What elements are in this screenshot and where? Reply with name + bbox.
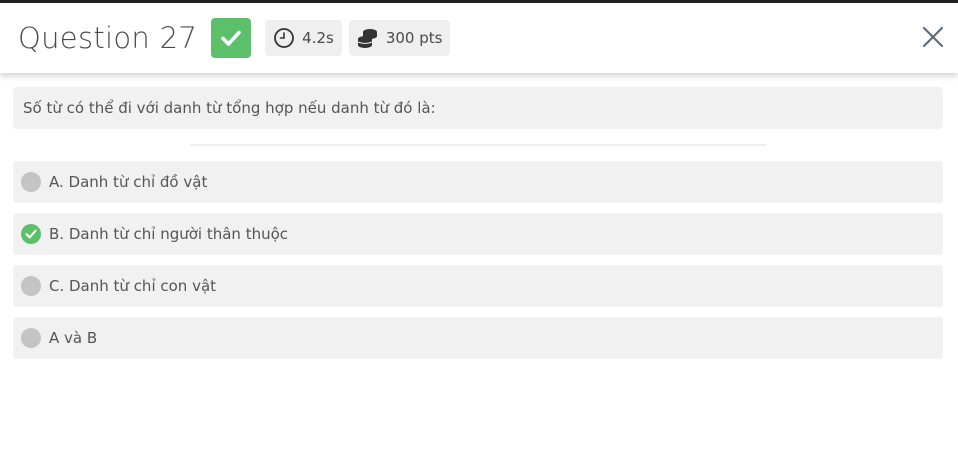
points-pill: 300 pts xyxy=(348,20,451,56)
option-a[interactable]: A. Danh từ chỉ đồ vật xyxy=(13,161,943,203)
time-label: 4.2s xyxy=(302,29,334,47)
option-b[interactable]: B. Danh từ chỉ người thân thuộc xyxy=(13,213,943,255)
question-header: Question 27 4.2s 300 pts xyxy=(0,3,958,73)
clock-icon xyxy=(273,27,295,49)
unselected-dot-icon xyxy=(21,276,41,296)
question-text-box: Số từ có thể đi với danh từ tổng hợp nếu… xyxy=(13,87,943,129)
question-title: Question 27 xyxy=(18,21,198,55)
correct-check-icon xyxy=(21,224,41,244)
coins-icon xyxy=(357,27,379,49)
close-icon xyxy=(922,26,944,48)
option-label: A. Danh từ chỉ đồ vật xyxy=(49,173,208,191)
correct-badge xyxy=(211,18,252,58)
time-pill: 4.2s xyxy=(265,20,342,56)
answer-options: A. Danh từ chỉ đồ vật B. Danh từ chỉ ngư… xyxy=(13,161,943,369)
option-d[interactable]: A và B xyxy=(13,317,943,359)
points-label: 300 pts xyxy=(385,29,443,47)
option-label: A và B xyxy=(49,329,98,347)
unselected-dot-icon xyxy=(21,328,41,348)
option-c[interactable]: C. Danh từ chỉ con vật xyxy=(13,265,943,307)
question-review-modal: Question 27 4.2s 300 pts Số từ có thể đi… xyxy=(0,0,958,461)
divider xyxy=(190,144,766,146)
unselected-dot-icon xyxy=(21,172,41,192)
close-button[interactable] xyxy=(920,24,946,50)
check-icon xyxy=(221,30,241,46)
question-text: Số từ có thể đi với danh từ tổng hợp nếu… xyxy=(23,99,436,117)
option-label: B. Danh từ chỉ người thân thuộc xyxy=(49,225,289,243)
option-label: C. Danh từ chỉ con vật xyxy=(49,277,217,295)
